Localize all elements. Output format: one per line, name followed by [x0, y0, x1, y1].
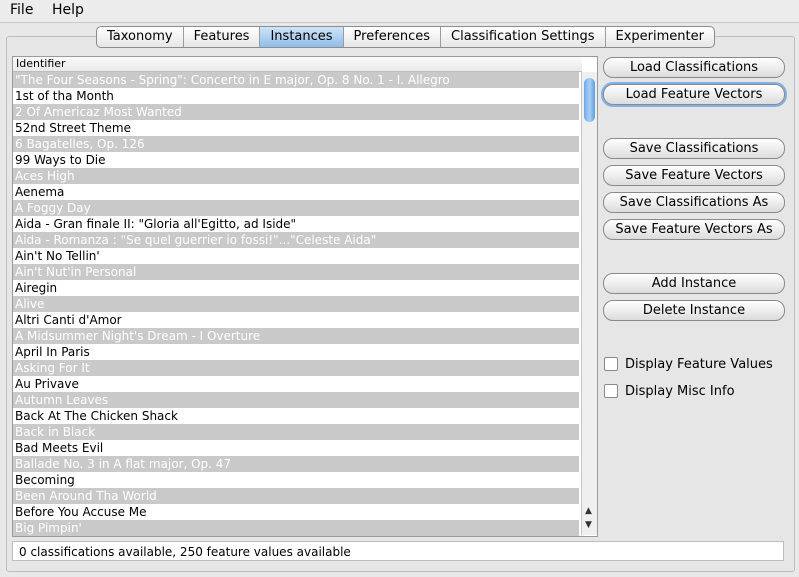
display-misc-info-checkbox[interactable]	[604, 384, 618, 398]
table-row[interactable]: Before You Accuse Me	[13, 504, 579, 520]
table-row[interactable]: 6 Bagatelles, Op. 126	[13, 136, 579, 152]
table-row[interactable]: 2 Of Americaz Most Wanted	[13, 104, 579, 120]
table-row[interactable]: Aida - Gran finale II: "Gloria all'Egitt…	[13, 216, 579, 232]
display-misc-info-label: Display Misc Info	[625, 383, 735, 399]
table-row[interactable]: Aenema	[13, 184, 579, 200]
save-feature-vectors-as-button[interactable]: Save Feature Vectors As	[603, 219, 785, 240]
save-classifications-button[interactable]: Save Classifications	[603, 138, 785, 159]
table-row[interactable]: Altri Canti d'Amor	[13, 312, 579, 328]
display-feature-values-label: Display Feature Values	[625, 356, 773, 372]
tab-preferences[interactable]: Preferences	[344, 27, 442, 47]
scroll-thumb[interactable]	[584, 78, 595, 122]
table-row[interactable]: Aida - Romanza : "Se quel guerrier io fo…	[13, 232, 579, 248]
tab-features[interactable]: Features	[184, 27, 261, 47]
table-row[interactable]: Back At The Chicken Shack	[13, 408, 579, 424]
table-row[interactable]: Back in Black	[13, 424, 579, 440]
table-row[interactable]: Big Pimpin'	[13, 520, 579, 536]
scroll-down-arrow-icon[interactable]: ▼	[585, 520, 592, 530]
table-row[interactable]: Airegin	[13, 280, 579, 296]
tab-instances[interactable]: Instances	[260, 27, 344, 47]
table-row[interactable]: Autumn Leaves	[13, 392, 579, 408]
tab-experimenter[interactable]: Experimenter	[606, 27, 714, 47]
table-row[interactable]: Au Privave	[13, 376, 579, 392]
table-row[interactable]: "The Four Seasons - Spring": Concerto in…	[13, 72, 579, 88]
table-rows: "The Four Seasons - Spring": Concerto in…	[13, 72, 579, 536]
table-row[interactable]: Alive	[13, 296, 579, 312]
table-row[interactable]: A Foggy Day	[13, 200, 579, 216]
table-row[interactable]: April In Paris	[13, 344, 579, 360]
table-row[interactable]: 1st of tha Month	[13, 88, 579, 104]
table-row[interactable]: 99 Ways to Die	[13, 152, 579, 168]
tab-taxonomy[interactable]: Taxonomy	[97, 27, 184, 47]
table-row[interactable]: Ain't Nut'in Personal	[13, 264, 579, 280]
load-feature-vectors-button[interactable]: Load Feature Vectors	[603, 84, 785, 105]
table-row[interactable]: Becoming	[13, 472, 579, 488]
table-row[interactable]: A Midsummer Night's Dream - I Overture	[13, 328, 579, 344]
table-row[interactable]: 52nd Street Theme	[13, 120, 579, 136]
status-bar: 0 classifications available, 250 feature…	[12, 541, 784, 561]
table-row[interactable]: Asking For It	[13, 360, 579, 376]
save-classifications-as-button[interactable]: Save Classifications As	[603, 192, 785, 213]
vertical-scrollbar[interactable]: ▲ ▼	[581, 72, 597, 535]
table-row[interactable]: Ballade No. 3 in A flat major, Op. 47	[13, 456, 579, 472]
instances-table[interactable]: Identifier "The Four Seasons - Spring": …	[12, 56, 598, 537]
table-row[interactable]: Been Around Tha World	[13, 488, 579, 504]
display-misc-info-option[interactable]: Display Misc Info	[604, 383, 735, 399]
tab-classification-settings[interactable]: Classification Settings	[441, 27, 606, 47]
menu-bar: File Help	[0, 0, 799, 23]
save-feature-vectors-button[interactable]: Save Feature Vectors	[603, 165, 785, 186]
column-header-identifier[interactable]: Identifier	[13, 57, 582, 72]
table-row[interactable]: Aces High	[13, 168, 579, 184]
tab-bar: Taxonomy Features Instances Preferences …	[96, 26, 715, 48]
display-feature-values-option[interactable]: Display Feature Values	[604, 356, 773, 372]
display-feature-values-checkbox[interactable]	[604, 357, 618, 371]
menu-help[interactable]: Help	[50, 2, 86, 18]
table-row[interactable]: Ain't No Tellin'	[13, 248, 579, 264]
table-row[interactable]: Bad Meets Evil	[13, 440, 579, 456]
add-instance-button[interactable]: Add Instance	[603, 273, 785, 294]
delete-instance-button[interactable]: Delete Instance	[603, 300, 785, 321]
scroll-up-arrow-icon[interactable]: ▲	[585, 506, 592, 516]
load-classifications-button[interactable]: Load Classifications	[603, 57, 785, 78]
menu-file[interactable]: File	[8, 2, 35, 18]
